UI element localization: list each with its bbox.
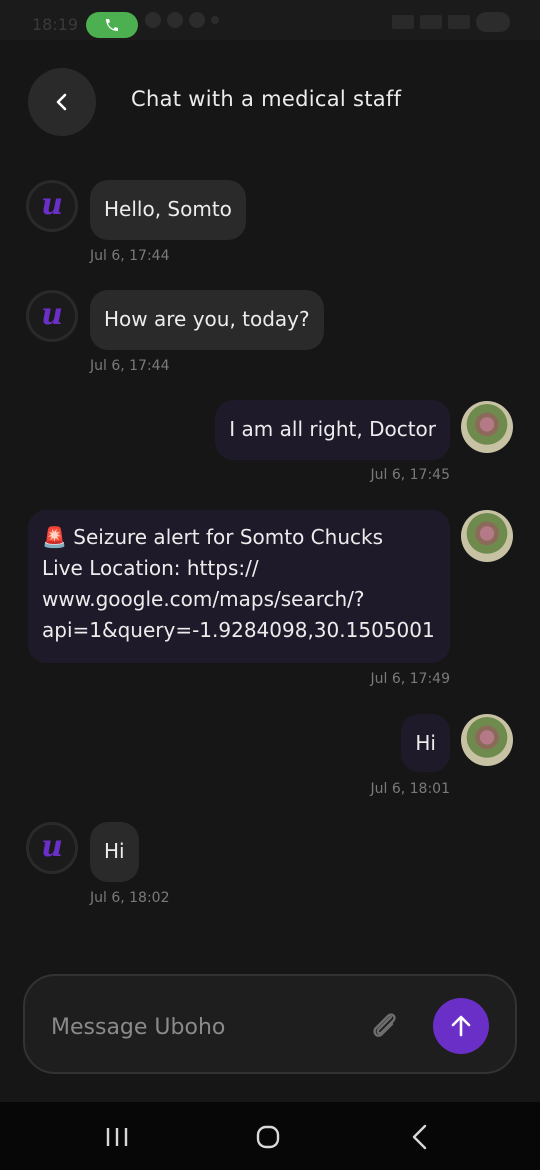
back-button[interactable] [28, 68, 96, 136]
send-button[interactable] [433, 998, 489, 1054]
snapchat-icon [145, 12, 161, 28]
incoming-message-bubble[interactable]: How are you, today? [90, 290, 324, 350]
battery-icon [476, 12, 510, 32]
message-text: Hello, Somto [104, 197, 232, 221]
location-icon [211, 16, 219, 24]
location-link[interactable]: api=1&query=-1.9284098,30.1505001 [42, 615, 436, 646]
incoming-message-bubble[interactable]: Hello, Somto [90, 180, 246, 240]
bot-avatar-letter: u [41, 187, 63, 222]
bot-avatar: u [26, 822, 78, 874]
system-navigation-bar [0, 1102, 540, 1170]
status-time: 18:19 [32, 15, 79, 34]
message-input[interactable] [49, 1006, 353, 1048]
page-title: Chat with a medical staff [131, 87, 402, 111]
recent-apps-button[interactable] [102, 1122, 132, 1152]
signal-icon [420, 15, 442, 29]
bot-avatar: u [26, 290, 78, 342]
system-icons [392, 12, 510, 32]
outgoing-message-bubble[interactable]: Hi [401, 714, 450, 772]
user-avatar [461, 401, 513, 453]
message-timestamp: Jul 6, 17:44 [90, 358, 170, 374]
message-text: Hi [415, 731, 436, 755]
message-text: I am all right, Doctor [229, 417, 436, 441]
alert-line: 🚨 Seizure alert for Somto Chucks [42, 525, 383, 549]
attach-button[interactable] [365, 1006, 405, 1046]
message-timestamp: Jul 6, 17:44 [90, 248, 170, 264]
signal-icon [448, 15, 470, 29]
back-icon [412, 1124, 427, 1150]
status-bar: 18:19 [0, 0, 540, 40]
chevron-left-icon [56, 93, 67, 111]
user-avatar [461, 714, 513, 766]
bot-avatar: u [26, 180, 78, 232]
home-button[interactable] [253, 1122, 283, 1152]
home-icon [256, 1125, 280, 1149]
location-link[interactable]: www.google.com/maps/search/? [42, 584, 436, 615]
message-timestamp: Jul 6, 18:01 [370, 781, 451, 797]
message-timestamp: Jul 6, 17:45 [370, 467, 451, 483]
bot-avatar-letter: u [41, 829, 63, 864]
paperclip-icon [373, 1013, 396, 1037]
arrow-up-icon [451, 1015, 471, 1037]
message-timestamp: Jul 6, 17:49 [370, 671, 451, 687]
notification-icons [145, 12, 219, 28]
wifi-icon [392, 15, 414, 29]
incoming-message-bubble[interactable]: Hi [90, 822, 139, 882]
outgoing-alert-message-bubble[interactable]: 🚨 Seizure alert for Somto Chucks Live Lo… [28, 510, 450, 663]
user-avatar [461, 510, 513, 562]
chat-header: Chat with a medical staff [0, 68, 540, 136]
phone-call-icon [106, 19, 118, 31]
alert-line: Live Location: https:// [42, 556, 259, 580]
nav-back-button[interactable] [405, 1122, 435, 1152]
message-text: How are you, today? [104, 307, 310, 331]
message-composer [23, 974, 517, 1074]
recent-apps-icon [106, 1128, 128, 1146]
outgoing-message-bubble[interactable]: I am all right, Doctor [215, 400, 450, 460]
whatsapp-icon [167, 12, 183, 28]
ongoing-call-pill[interactable] [86, 12, 138, 38]
snapchat-icon [189, 12, 205, 28]
message-text: Hi [104, 839, 125, 863]
message-timestamp: Jul 6, 18:02 [90, 890, 170, 906]
bot-avatar-letter: u [41, 297, 63, 332]
